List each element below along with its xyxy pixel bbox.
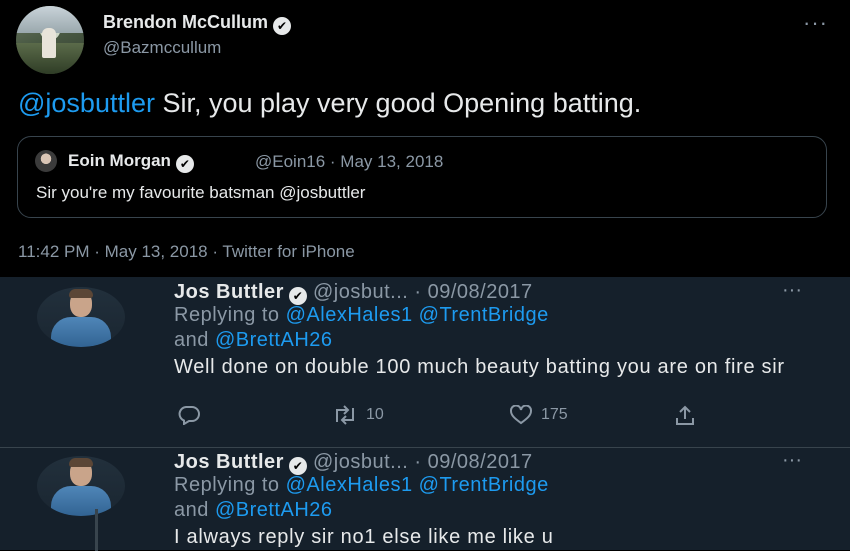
avatar-shirt [51,486,111,516]
reply-action[interactable] [178,405,200,425]
reply-meta: @josbut... · 09/08/2017 [312,281,533,303]
author-avatar[interactable] [16,6,84,74]
reply-thread: Jos Buttler ✔ @josbut... · 09/08/2017 ··· … [0,277,850,551]
retweet-action[interactable]: 10 [332,405,384,425]
quoted-text: Sir you're my favourite batsman @josbutt… [36,183,366,202]
avatar-hair [69,458,93,467]
retweet-count: 10 [366,406,384,423]
retweet-icon [336,405,354,425]
verified-badge-icon: ✔ [273,17,291,35]
reply-meta: @josbut... · 09/08/2017 [312,451,533,473]
thread-connector [95,509,98,551]
mention-link[interactable]: @josbuttler [18,88,155,118]
reply-more-icon[interactable]: ··· [782,449,802,472]
replying-to: Replying to @AlexHales1 @TrentBridge and … [174,303,794,353]
like-action[interactable]: 175 [509,405,568,425]
more-options-icon[interactable]: ··· [803,10,828,36]
verified-badge-icon: ✔ [175,155,194,173]
avatar-figure [42,28,56,58]
reply-text: Well done on double 100 much beauty batt… [174,356,785,378]
tweet-text: @josbuttler Sir, you play very good Open… [18,88,641,119]
author-handle[interactable]: @Bazmccullum [103,38,221,58]
quoted-meta: @Eoin16 · May 13, 2018 [255,152,444,171]
action-bar: 10 175 [174,405,714,431]
author-name[interactable]: Brendon McCullum ✔ [103,12,291,35]
quoted-author-avatar[interactable] [35,150,57,172]
replying-to-prefix: Replying to [174,304,286,326]
replying-to: Replying to @AlexHales1 @TrentBridge and … [174,473,794,523]
like-count: 175 [541,406,568,423]
share-icon [676,405,694,425]
reply-tweet[interactable]: Jos Buttler ✔ @josbut... · 09/08/2017 ··· … [0,447,850,551]
reply-header: Jos Buttler ✔ @josbut... · 09/08/2017 [174,281,533,305]
reply-avatar[interactable] [37,456,125,516]
comment-icon [178,406,200,425]
reply-more-icon[interactable]: ··· [782,279,802,302]
replying-to-and: and [174,499,215,521]
tweet-timestamp[interactable]: 11:42 PM · May 13, 2018 · Twitter for iP… [18,242,355,262]
reply-tweet[interactable]: Jos Buttler ✔ @josbut... · 09/08/2017 ··· … [0,277,850,448]
replying-to-users[interactable]: @AlexHales1 @TrentBridge [286,304,549,326]
quoted-author-name[interactable]: Eoin Morgan ✔ [68,151,194,173]
reply-header: Jos Buttler ✔ @josbut... · 09/08/2017 [174,451,533,475]
avatar-shirt [51,317,111,347]
reply-avatar[interactable] [37,287,125,347]
replying-to-user[interactable]: @BrettAH26 [215,499,333,521]
tweet-body: Sir, you play very good Opening batting. [154,88,642,118]
reply-author-name[interactable]: Jos Buttler [174,451,284,473]
replying-to-and: and [174,329,215,351]
heart-icon [510,405,532,425]
quoted-author-name-text[interactable]: Eoin Morgan [68,151,171,170]
avatar-hair [69,289,93,298]
author-name-text[interactable]: Brendon McCullum [103,12,268,32]
replying-to-users[interactable]: @AlexHales1 @TrentBridge [286,474,549,496]
quoted-tweet[interactable]: Eoin Morgan ✔ @Eoin16 · May 13, 2018 Sir … [17,136,827,218]
main-tweet: Brendon McCullum ✔ @Bazmccullum ··· @josb… [0,0,850,277]
reply-text: I always reply sir no1 else like me like… [174,526,554,548]
share-action[interactable] [674,405,696,427]
replying-to-user[interactable]: @BrettAH26 [215,329,333,351]
replying-to-prefix: Replying to [174,474,286,496]
reply-author-name[interactable]: Jos Buttler [174,281,284,303]
